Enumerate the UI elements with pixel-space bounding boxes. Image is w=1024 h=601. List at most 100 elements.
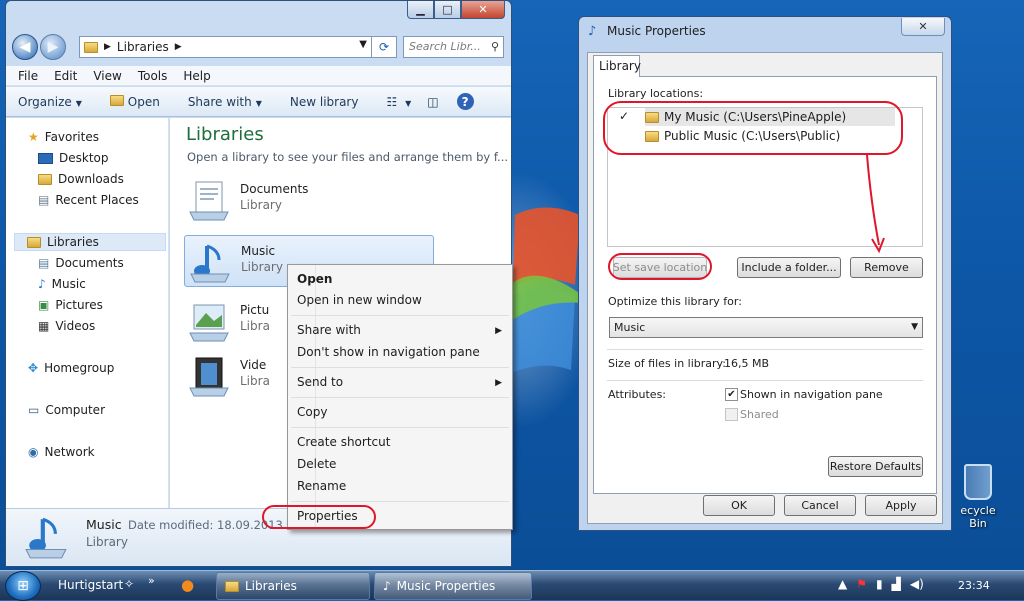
menu-item-copy[interactable]: Copy [297,405,327,419]
taskbar-libraries[interactable]: Libraries [216,572,370,600]
forward-button[interactable]: ▶ [40,34,66,60]
menu-item-dont-show[interactable]: Don't show in navigation pane [297,345,480,359]
refresh-button[interactable]: ⟳ [372,36,397,58]
folder-icon [645,111,659,123]
size-label: Size of files in library: [608,357,726,370]
apply-button[interactable]: Apply [865,495,937,516]
shown-in-nav-checkbox[interactable]: ✔ [725,388,738,401]
breadcrumb[interactable]: Libraries [117,40,169,54]
battery-icon[interactable]: ▮ [876,577,883,591]
menu-tools[interactable]: Tools [130,66,176,85]
quicklaunch-chevron[interactable]: » [148,574,155,587]
network-icon[interactable]: ▲ [838,577,847,591]
nav-computer[interactable]: ▭ Computer [28,401,105,419]
menu-edit[interactable]: Edit [46,66,85,85]
taskbar-music-properties[interactable]: ♪ Music Properties [374,572,532,600]
nav-label: Libraries [47,235,99,249]
nav-network[interactable]: ◉ Network [28,443,95,461]
location-name: My Music (C:\Users\PineApple) [664,110,847,124]
shared-checkbox[interactable] [725,408,738,421]
breadcrumb-arrow-icon: ▶ [174,42,182,52]
nav-label: Network [44,445,95,459]
nav-libraries[interactable]: Libraries [14,233,166,251]
quicklaunch-icon[interactable]: ✧ [124,577,134,591]
set-save-location-button[interactable]: Set save location [613,257,707,278]
nav-label: Recent Places [55,193,139,207]
help-icon[interactable]: ? [456,93,474,110]
menu-help[interactable]: Help [175,66,218,85]
menu-item-properties[interactable]: Properties [297,509,358,523]
divider [607,380,923,381]
menu-view[interactable]: View [85,66,129,85]
recent-places-icon: ▤ [38,193,50,207]
nav-homegroup[interactable]: ✥ Homegroup [28,359,114,377]
nav-desktop[interactable]: Desktop [38,149,109,167]
menu-file[interactable]: File [10,66,46,85]
nav-recent-places[interactable]: ▤ Recent Places [38,191,139,209]
close-button[interactable]: ✕ [901,18,945,36]
nav-label: Documents [55,256,124,270]
new-library-button[interactable]: New library [290,95,359,109]
recycle-bin[interactable]: ecycle Bin [952,464,1004,530]
restore-defaults-button[interactable]: Restore Defaults [828,456,923,477]
view-options-icon[interactable]: ☷ ▼ [386,95,411,109]
location-row[interactable]: My Music (C:\Users\PineApple) [645,108,895,126]
music-library-icon [25,517,67,559]
nav-pictures[interactable]: ▣ Pictures [38,296,103,314]
nav-documents[interactable]: ▤ Documents [38,254,124,272]
close-button[interactable]: ✕ [461,1,505,19]
menu-item-open-new-window[interactable]: Open in new window [297,293,422,307]
include-folder-button[interactable]: Include a folder... [737,257,841,278]
cancel-button[interactable]: Cancel [784,495,856,516]
chevron-down-icon[interactable]: ▼ [359,39,367,50]
menu-item-send-to[interactable]: Send to [297,375,343,389]
library-documents[interactable]: Documents Library [184,174,434,226]
caption-buttons: ▁ □ ✕ [407,1,505,19]
menu-item-share-with[interactable]: Share with [297,323,361,337]
remove-button[interactable]: Remove [850,257,923,278]
tab-library[interactable]: Library [593,55,641,77]
volume-icon[interactable]: ◀) [910,577,924,591]
nav-favorites[interactable]: ★ Favorites [28,128,99,146]
open-button[interactable]: Open [109,94,160,109]
search-input[interactable]: Search Libr... ⚲ [403,36,504,58]
menu-item-delete[interactable]: Delete [297,457,336,471]
start-button[interactable]: ⊞ [5,571,41,601]
ok-button[interactable]: OK [703,495,775,516]
share-with-button[interactable]: Share with ▼ [188,95,262,109]
nav-music[interactable]: ♪ Music [38,275,86,293]
locations-label: Library locations: [608,87,704,100]
back-button[interactable]: ◀ [12,34,38,60]
location-row[interactable]: Public Music (C:\Users\Public) [645,127,875,145]
menu-item-rename[interactable]: Rename [297,479,346,493]
nav-videos[interactable]: ▦ Videos [38,317,95,335]
optimize-select[interactable]: Music ▼ [609,317,923,338]
details-kind: Library [86,535,128,549]
action-center-icon[interactable]: ⚑ [856,577,867,591]
videos-library-icon [189,357,229,397]
clock[interactable]: 23:34 [958,579,990,592]
nav-label: Homegroup [44,361,115,375]
open-label: Open [127,94,160,109]
firefox-icon[interactable]: ● [181,576,194,594]
quicklaunch-label[interactable]: Hurtigstart [58,578,123,592]
network-icon: ◉ [28,445,39,459]
library-kind: Library [240,198,282,212]
minimize-button[interactable]: ▁ [407,1,434,19]
dropdown-icon: ▼ [255,98,262,108]
address-bar[interactable]: ▶ Libraries ▶ ▼ [79,36,372,58]
signal-icon[interactable]: ▟ [892,577,901,591]
organize-button[interactable]: Organize ▼ [18,95,82,109]
maximize-button[interactable]: □ [434,1,461,19]
menu-separator [291,315,509,316]
library-name: Vide [240,358,267,372]
preview-pane-icon[interactable]: ◫ [427,95,438,109]
dropdown-icon: ▼ [75,98,82,108]
menu-item-open[interactable]: Open [297,272,332,286]
command-bar: Organize ▼ Open Share with ▼ New library ☷… [6,87,511,117]
libraries-icon [27,236,41,248]
divider [607,349,923,350]
nav-downloads[interactable]: Downloads [38,170,124,188]
shared-label: Shared [740,408,779,421]
menu-item-create-shortcut[interactable]: Create shortcut [297,435,390,449]
